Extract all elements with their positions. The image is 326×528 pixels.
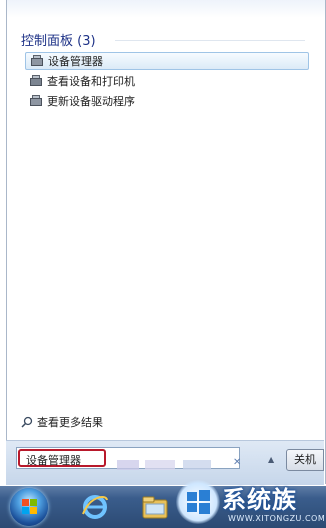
blurred-region (183, 460, 211, 470)
blurred-region (145, 460, 175, 470)
see-more-results-link[interactable]: 查看更多结果 (21, 414, 103, 430)
start-menu-panel: 控制面板 (3) 设备管理器 查看设备和打印机 更新设备驱动程序 查看更多结果 (6, 0, 326, 484)
site-watermark: 系统族 WWW.XITONGZU.COM (176, 470, 326, 528)
shutdown-button[interactable]: 关机 (286, 449, 324, 471)
result-device-manager[interactable]: 设备管理器 (25, 52, 309, 70)
result-devices-and-printers[interactable]: 查看设备和打印机 (25, 72, 309, 90)
search-input[interactable]: 设备管理器 (18, 449, 106, 467)
result-update-drivers[interactable]: 更新设备驱动程序 (25, 92, 309, 110)
windows-logo-icon (22, 499, 37, 514)
device-manager-icon (30, 55, 44, 67)
file-explorer-icon[interactable] (140, 492, 170, 522)
windows-logo-icon (176, 480, 220, 524)
group-divider (115, 40, 305, 41)
watermark-url: WWW.XITONGZU.COM (228, 514, 326, 523)
blurred-region (117, 460, 139, 470)
result-label: 更新设备驱动程序 (47, 95, 135, 108)
see-more-label: 查看更多结果 (37, 416, 103, 429)
control-panel-group-title[interactable]: 控制面板 (3) (21, 30, 96, 49)
search-icon (21, 416, 33, 428)
printer-icon (29, 75, 43, 87)
start-button[interactable] (10, 488, 48, 526)
result-label: 设备管理器 (48, 55, 103, 68)
internet-explorer-icon[interactable] (80, 492, 110, 522)
search-clear-icon[interactable]: ✕ (233, 457, 241, 468)
result-label: 查看设备和打印机 (47, 75, 135, 88)
chevron-right-icon: ▲ (268, 455, 275, 464)
start-search-box[interactable]: 设备管理器 ✕ (16, 447, 241, 470)
watermark-brand: 系统族 (222, 486, 297, 514)
search-results: 控制面板 (3) 设备管理器 查看设备和打印机 更新设备驱动程序 (11, 24, 311, 404)
driver-update-icon (29, 95, 43, 107)
